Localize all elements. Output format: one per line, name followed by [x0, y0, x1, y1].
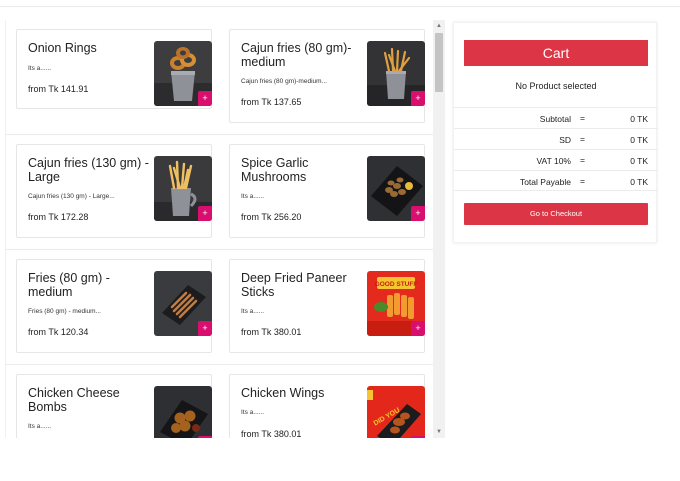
summary-row-vat: VAT 10% = 0 TK [454, 149, 658, 170]
product-name: Spice Garlic Mushrooms [241, 156, 309, 184]
summary-equals: = [580, 134, 585, 144]
summary-equals: = [580, 113, 585, 123]
product-name: Deep Fried Paneer Sticks [241, 271, 347, 299]
cart-summary: Subtotal = 0 TK SD = 0 TK VAT 10% = 0 TK… [454, 107, 658, 191]
add-to-cart-button[interactable]: + [198, 206, 212, 221]
cart-panel: Cart No Product selected Subtotal = 0 TK… [453, 22, 658, 243]
summary-label: VAT 10% [536, 156, 572, 166]
scroll-up-arrow-icon[interactable]: ▲ [433, 20, 445, 32]
product-card-garlic-mushrooms[interactable]: Spice Garlic Mushrooms Its a...... from … [229, 144, 425, 238]
cart-empty-message: No Product selected [515, 81, 597, 91]
top-divider [0, 6, 680, 7]
product-name: Fries (80 gm) - medium [28, 271, 110, 299]
summary-equals: = [580, 176, 585, 186]
product-cell: Chicken Cheese Bombs Its a...... [5, 364, 219, 438]
summary-label: Total Payable [519, 177, 571, 187]
product-description: Cajun fries (130 gm) - Large... [28, 193, 115, 200]
fries-image: + [154, 271, 212, 336]
product-price: from Tk 172.28 [28, 212, 89, 222]
add-to-cart-button[interactable]: + [198, 321, 212, 336]
garlic-mushrooms-image: + [367, 156, 425, 221]
product-cell: Deep Fried Paneer Sticks Its a...... fro… [219, 249, 433, 364]
summary-row-subtotal: Subtotal = 0 TK [454, 107, 658, 128]
product-card-fries-80[interactable]: Fries (80 gm) - medium Fries (80 gm) - m… [16, 259, 212, 353]
chicken-wings-image: DID YOU + [367, 386, 425, 438]
product-cell: Spice Garlic Mushrooms Its a...... from … [219, 134, 433, 249]
add-to-cart-button[interactable]: + [198, 91, 212, 106]
product-card-onion-rings[interactable]: Onion Rings Its a...... from Tk 141.91 + [16, 29, 212, 109]
product-description: Fries (80 gm) - medium... [28, 308, 101, 315]
product-cell: Cajun fries (130 gm) - Large Cajun fries… [5, 134, 219, 249]
product-name: Chicken Wings [241, 386, 325, 400]
summary-amount: 0 TK [630, 177, 648, 187]
add-to-cart-button[interactable]: + [411, 206, 425, 221]
summary-label: Subtotal [539, 114, 571, 124]
summary-row-total-payable: Total Payable = 0 TK [454, 170, 658, 191]
scrollbar-thumb[interactable] [435, 33, 443, 92]
product-name: Onion Rings [28, 41, 97, 55]
product-card-cheese-bombs[interactable]: Chicken Cheese Bombs Its a...... [16, 374, 212, 438]
product-description: Its a...... [241, 308, 265, 315]
summary-row-sd: SD = 0 TK [454, 128, 658, 149]
product-price: from Tk 120.34 [28, 327, 89, 337]
product-cell: Chicken Wings Its a...... from Tk 380.01… [219, 364, 433, 438]
summary-amount: 0 TK [630, 114, 648, 124]
product-card-chicken-wings[interactable]: Chicken Wings Its a...... from Tk 380.01… [229, 374, 425, 438]
product-description: Its a...... [28, 65, 52, 72]
product-price: from Tk 380.01 [241, 327, 302, 337]
product-name: Cajun fries (130 gm) - Large [28, 156, 149, 184]
add-to-cart-button[interactable]: + [411, 91, 425, 106]
product-price: from Tk 256.20 [241, 212, 302, 222]
summary-amount: 0 TK [630, 135, 648, 145]
product-price: from Tk 137.65 [241, 97, 302, 107]
cheese-bombs-image: + [154, 386, 212, 438]
summary-amount: 0 TK [630, 156, 648, 166]
product-description: Its a...... [241, 193, 265, 200]
paneer-sticks-image: GOOD STUFF + [367, 271, 425, 336]
product-list[interactable]: Onion Rings Its a...... from Tk 141.91 +… [5, 20, 433, 438]
paneer-image-caption: GOOD STUFF [375, 281, 418, 288]
checkout-button[interactable]: Go to Checkout [464, 203, 648, 225]
product-card-paneer-sticks[interactable]: Deep Fried Paneer Sticks Its a...... fro… [229, 259, 425, 353]
add-to-cart-button[interactable]: + [411, 321, 425, 336]
product-description: Its a...... [241, 409, 265, 416]
product-name: Chicken Cheese Bombs [28, 386, 120, 414]
product-list-scrollbar[interactable]: ▲ ▼ [433, 20, 445, 438]
summary-label: SD [559, 135, 571, 145]
product-card-cajun-fries-80[interactable]: Cajun fries (80 gm)-medium Cajun fries (… [229, 29, 425, 123]
cajun-fries-image: + [367, 41, 425, 106]
cart-title: Cart [464, 40, 648, 66]
onion-rings-image: + [154, 41, 212, 106]
product-cell: Onion Rings Its a...... from Tk 141.91 + [5, 20, 219, 134]
add-to-cart-button[interactable]: + [198, 436, 212, 438]
product-cell: Fries (80 gm) - medium Fries (80 gm) - m… [5, 249, 219, 364]
scroll-down-arrow-icon[interactable]: ▼ [433, 426, 445, 438]
product-description: Its a...... [28, 423, 52, 430]
product-card-cajun-fries-130[interactable]: Cajun fries (130 gm) - Large Cajun fries… [16, 144, 212, 238]
product-description: Cajun fries (80 gm)-medium... [241, 78, 327, 85]
cajun-fries-large-image: + [154, 156, 212, 221]
product-cell: Cajun fries (80 gm)-medium Cajun fries (… [219, 20, 433, 134]
product-price: from Tk 141.91 [28, 84, 89, 94]
add-to-cart-button[interactable]: + [411, 436, 425, 438]
product-price: from Tk 380.01 [241, 429, 302, 438]
summary-equals: = [580, 155, 585, 165]
product-name: Cajun fries (80 gm)-medium [241, 41, 352, 69]
